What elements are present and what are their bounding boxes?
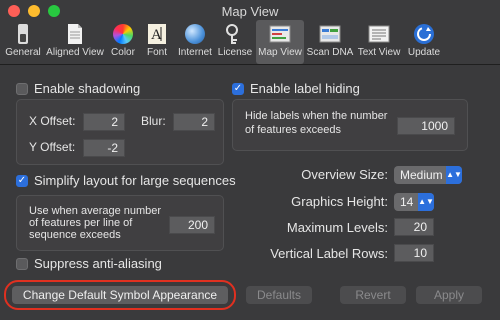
blur-label: Blur: <box>141 114 166 128</box>
maximum-levels-field[interactable]: 20 <box>394 218 434 236</box>
change-default-symbol-button[interactable]: Change Default Symbol Appearance <box>12 286 228 304</box>
simplify-description: Use when average number of features per … <box>29 205 162 241</box>
x-offset-label: X Offset: <box>29 114 76 128</box>
checkbox-unchecked <box>16 257 28 270</box>
popup-arrows-icon: ▲▼ <box>446 166 462 184</box>
toolbar-item-license[interactable]: License <box>216 20 254 64</box>
toolbar-item-scan-dna[interactable]: Scan DNA <box>306 20 354 64</box>
enable-shadowing-checkbox[interactable]: Enable shadowing <box>16 81 140 96</box>
label-hiding-options-group: Hide labels when the number of features … <box>232 99 468 151</box>
checkbox-unchecked <box>16 82 28 95</box>
window-title: Map View <box>221 4 279 19</box>
toolbar-item-text-view[interactable]: Text View <box>356 20 402 64</box>
enable-label-hiding-checkbox[interactable]: ✓ Enable label hiding <box>232 81 360 96</box>
title-bar: Map View <box>0 0 500 22</box>
simplify-threshold-field[interactable]: 200 <box>169 216 215 234</box>
stepper-arrows-icon: ▲▼ <box>418 193 434 211</box>
apply-button[interactable]: Apply <box>416 286 482 304</box>
suppress-antialiasing-checkbox[interactable]: Suppress anti-aliasing <box>16 256 162 271</box>
color-wheel-icon <box>112 23 134 45</box>
license-icon <box>224 23 246 45</box>
scan-dna-icon <box>319 23 341 45</box>
checkmark-icon: ✓ <box>232 82 244 95</box>
switch-icon <box>12 23 34 45</box>
update-icon <box>413 23 435 45</box>
revert-button[interactable]: Revert <box>340 286 406 304</box>
text-view-icon <box>368 23 390 45</box>
svg-text:A: A <box>151 27 162 43</box>
toolbar-item-internet[interactable]: Internet <box>175 20 215 64</box>
toolbar-item-update[interactable]: Update <box>404 20 444 64</box>
toolbar-item-color[interactable]: Color <box>108 20 138 64</box>
graphics-height-stepper[interactable]: 14 ▲▼ <box>394 193 434 211</box>
toolbar-item-map-view[interactable]: Map View <box>256 20 304 64</box>
x-offset-field[interactable]: 2 <box>83 113 125 131</box>
y-offset-field[interactable]: -2 <box>83 139 125 157</box>
shadowing-options-group: X Offset: 2 Blur: 2 Y Offset: -2 <box>16 99 224 165</box>
blur-field[interactable]: 2 <box>173 113 215 131</box>
maximum-levels-label: Maximum Levels: <box>286 220 388 235</box>
vertical-label-rows-label: Vertical Label Rows: <box>270 246 388 261</box>
y-offset-label: Y Offset: <box>29 140 76 154</box>
simplify-options-group: Use when average number of features per … <box>16 195 224 251</box>
font-icon: A <box>146 23 168 45</box>
map-view-preferences-pane: Enable shadowing X Offset: 2 Blur: 2 Y O… <box>0 65 500 320</box>
checkmark-icon: ✓ <box>16 174 28 187</box>
toolbar-item-general[interactable]: General <box>4 20 42 64</box>
defaults-button[interactable]: Defaults <box>246 286 312 304</box>
map-view-icon <box>269 23 291 45</box>
simplify-layout-checkbox[interactable]: ✓ Simplify layout for large sequences <box>16 173 236 188</box>
overview-size-label: Overview Size: <box>301 167 388 182</box>
globe-icon <box>184 23 206 45</box>
overview-size-popup[interactable]: Medium ▲▼ <box>394 166 462 184</box>
preferences-toolbar: General Aligned View Color A Font Intern… <box>0 20 500 65</box>
graphics-height-label: Graphics Height: <box>291 194 388 209</box>
label-hiding-threshold-field[interactable]: 1000 <box>397 117 455 135</box>
label-hiding-description: Hide labels when the number of features … <box>245 110 388 136</box>
toolbar-item-font[interactable]: A Font <box>142 20 172 64</box>
document-icon <box>64 23 86 45</box>
toolbar-item-aligned-view[interactable]: Aligned View <box>44 20 106 64</box>
vertical-label-rows-field[interactable]: 10 <box>394 244 434 262</box>
